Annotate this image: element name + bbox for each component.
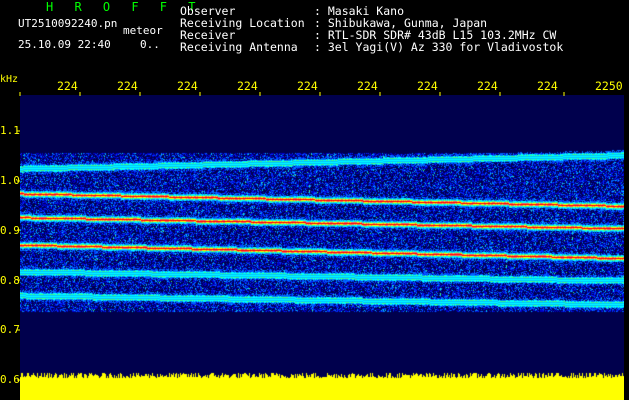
x-tick-label: 224	[477, 79, 498, 93]
x-tick-label: 224	[417, 79, 438, 93]
app-title: H R O F F T	[46, 0, 203, 14]
y-tick-label: 0.9	[0, 224, 20, 237]
x-tick-label: 224	[117, 79, 138, 93]
y-tick-label: 0.7	[0, 323, 20, 336]
x-tick-label: 2250	[595, 79, 623, 93]
x-tick-label: 224	[57, 79, 78, 93]
y-tick-label: 1.0	[0, 174, 20, 187]
file-name: UT2510092240.pn	[18, 17, 118, 30]
x-tick-label: 224	[177, 79, 198, 93]
x-tick-label: 224	[297, 79, 318, 93]
y-tick-label: 0.6	[0, 373, 20, 386]
info-value-antenna: : 3el Yagi(V) Az 330 for Vladivostok	[314, 40, 564, 54]
info-key-antenna: Receiving Antenna	[180, 40, 298, 54]
y-tick-label: 0.8	[0, 274, 20, 287]
header: H R O F F T UT2510092240.pn meteor 25.10…	[0, 0, 629, 68]
zero-label: 0..	[140, 38, 160, 51]
date-time: 25.10.09 22:40	[18, 38, 111, 51]
y-unit-label: kHz	[0, 74, 19, 85]
x-tick-label: 224	[357, 79, 378, 93]
spectrogram-plot	[20, 95, 624, 400]
x-tick-label: 224	[537, 79, 558, 93]
y-tick-label: 1.1	[0, 124, 20, 137]
x-tick-label: 224	[237, 79, 258, 93]
mode-label: meteor	[123, 24, 163, 37]
